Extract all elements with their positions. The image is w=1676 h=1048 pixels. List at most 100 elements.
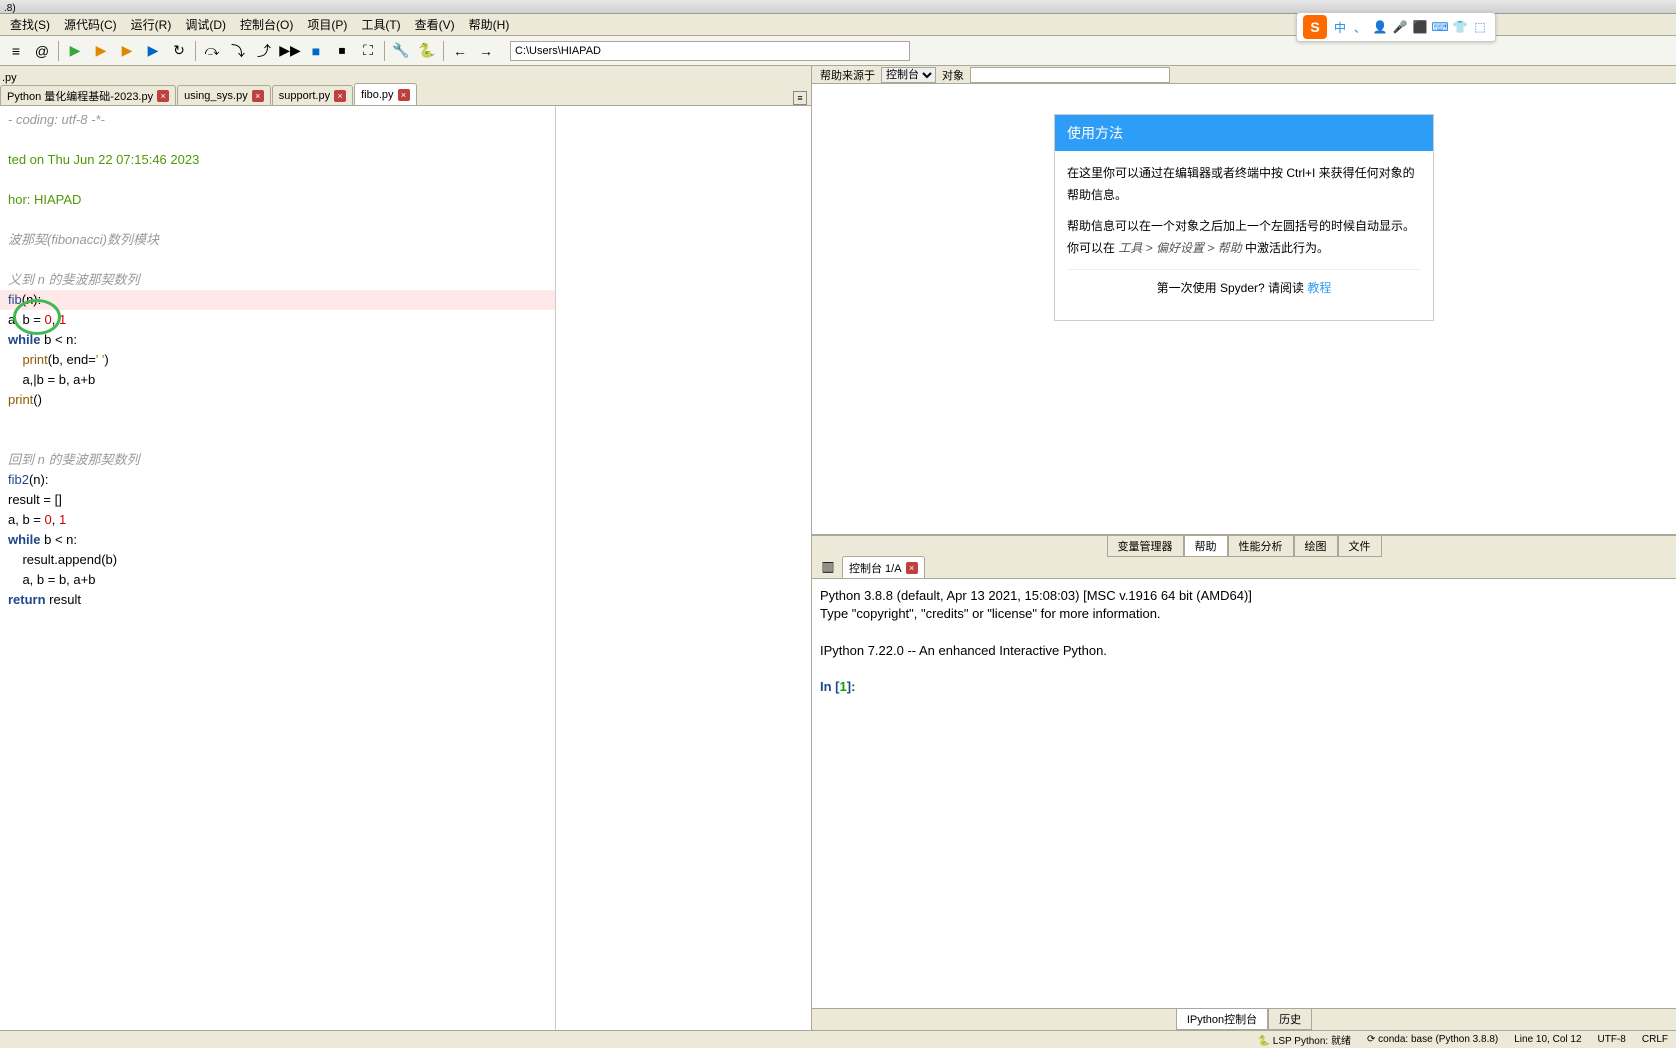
code-line: a,|b = b, a+b — [0, 370, 555, 390]
right-panel: 帮助来源于 控制台 对象 使用方法 在这里你可以通过在编辑器或者终端中按 Ctr… — [812, 66, 1676, 1030]
editor-tab[interactable]: Python 量化编程基础-2023.py× — [0, 85, 176, 105]
step-into-icon[interactable]: ⤵ — [226, 39, 250, 63]
python-icon[interactable]: 🐍 — [415, 39, 439, 63]
exit-debug-icon[interactable]: ⏹ — [330, 39, 354, 63]
ime-icon[interactable]: 、 — [1351, 18, 1369, 36]
code-line: while b < n: — [0, 330, 555, 350]
code-line: result = [] — [0, 490, 555, 510]
console-subtab[interactable]: 历史 — [1268, 1008, 1312, 1030]
ime-icon[interactable]: 👕 — [1451, 18, 1469, 36]
help-object-input[interactable] — [970, 67, 1170, 83]
panel-tab[interactable]: 性能分析 — [1228, 535, 1294, 557]
menu-item[interactable]: 帮助(H) — [463, 14, 516, 35]
ime-icon[interactable]: 👤 — [1371, 18, 1389, 36]
code-line — [0, 130, 555, 150]
statusbar: 🐍 LSP Python: 就绪 ⟳ conda: base (Python 3… — [0, 1030, 1676, 1048]
code-line — [0, 210, 555, 230]
code-line: a, b = 0, 1 — [0, 510, 555, 530]
wrench-icon[interactable]: 🔧 — [389, 39, 413, 63]
help-card-title: 使用方法 — [1055, 115, 1433, 151]
ime-toolbar[interactable]: S 中、👤🎤⬛⌨👕⬚ — [1296, 12, 1496, 42]
right-upper-tabs: 变量管理器帮助性能分析绘图文件 — [812, 535, 1676, 557]
list-icon[interactable]: ≡ — [4, 39, 28, 63]
ime-icon[interactable]: 中 — [1331, 18, 1349, 36]
maximize-icon[interactable]: ⛶ — [356, 39, 380, 63]
panel-tab[interactable]: 绘图 — [1294, 535, 1338, 557]
run-cell-next-icon[interactable]: ▶ — [115, 39, 139, 63]
menu-item[interactable]: 控制台(O) — [234, 14, 299, 35]
back-icon[interactable]: ← — [448, 39, 472, 63]
code-line: fib(n): — [0, 290, 555, 310]
menu-item[interactable]: 源代码(C) — [58, 14, 123, 35]
step-out-icon[interactable]: ⤴ — [252, 39, 276, 63]
editor-tab[interactable]: using_sys.py× — [177, 85, 271, 105]
code-line: a, b = 0, 1 — [0, 310, 555, 330]
working-dir-input[interactable] — [510, 41, 910, 61]
close-icon[interactable]: × — [906, 562, 918, 574]
stop-icon[interactable]: ■ — [304, 39, 328, 63]
file-type-tab: .py — [2, 72, 17, 84]
editor-tab-bar: Python 量化编程基础-2023.py×using_sys.py×suppo… — [0, 84, 811, 106]
help-source-select[interactable]: 控制台 — [881, 67, 936, 83]
help-text-2: 帮助信息可以在一个对象之后加上一个左圆括号的时候自动显示。你可以在 工具 > 偏… — [1067, 216, 1421, 259]
continue-icon[interactable]: ▶▶ — [278, 39, 302, 63]
ime-icon[interactable]: 🎤 — [1391, 18, 1409, 36]
ipython-console[interactable]: Python 3.8.8 (default, Apr 13 2021, 15:0… — [812, 579, 1676, 1008]
menu-item[interactable]: 项目(P) — [301, 14, 353, 35]
help-header: 帮助来源于 控制台 对象 — [812, 66, 1676, 84]
close-icon[interactable]: × — [398, 89, 410, 101]
code-line: fib2(n): — [0, 470, 555, 490]
ime-icon[interactable]: ⬛ — [1411, 18, 1429, 36]
close-icon[interactable]: × — [252, 90, 264, 102]
code-line: 义到 n 的斐波那契数列 — [0, 270, 555, 290]
tab-list-icon[interactable]: ≡ — [793, 91, 807, 105]
panel-tab[interactable]: 变量管理器 — [1107, 535, 1184, 557]
code-line — [0, 250, 555, 270]
menu-item[interactable]: 查看(V) — [409, 14, 461, 35]
help-tutorial: 第一次使用 Spyder? 请阅读 教程 — [1067, 269, 1421, 308]
close-icon[interactable]: × — [157, 90, 169, 102]
console-menu-icon[interactable]: ▥ — [816, 554, 840, 578]
close-icon[interactable]: × — [334, 90, 346, 102]
code-line: 波那契(fibonacci)数列模块 — [0, 230, 555, 250]
code-line — [0, 410, 555, 430]
code-line: print(b, end=' ') — [0, 350, 555, 370]
console-tab-bar: ▥ 控制台 1/A × — [812, 557, 1676, 579]
panel-tab[interactable]: 文件 — [1338, 535, 1382, 557]
help-body: 使用方法 在这里你可以通过在编辑器或者终端中按 Ctrl+I 来获得任何对象的帮… — [812, 84, 1676, 535]
menu-item[interactable]: 运行(R) — [125, 14, 178, 35]
console-tab[interactable]: 控制台 1/A × — [842, 556, 925, 578]
ime-icon[interactable]: ⬚ — [1471, 18, 1489, 36]
ime-icon[interactable]: ⌨ — [1431, 18, 1449, 36]
menu-item[interactable]: 查找(S) — [4, 14, 56, 35]
code-line: print() — [0, 390, 555, 410]
debug-icon[interactable]: ▶ — [141, 39, 165, 63]
code-line: hor: HIAPAD — [0, 190, 555, 210]
editor-tab[interactable]: fibo.py× — [354, 83, 416, 105]
console-bottom-tabs: IPython控制台历史 — [812, 1008, 1676, 1030]
menu-item[interactable]: 工具(T) — [355, 14, 406, 35]
menu-item[interactable]: 调试(D) — [179, 14, 232, 35]
forward-icon[interactable]: → — [474, 39, 498, 63]
restart-icon[interactable]: ↻ — [167, 39, 191, 63]
panel-tab[interactable]: 帮助 — [1184, 535, 1228, 557]
play-icon[interactable]: ▶ — [63, 39, 87, 63]
code-line: return result — [0, 590, 555, 610]
help-text-1: 在这里你可以通过在编辑器或者终端中按 Ctrl+I 来获得任何对象的帮助信息。 — [1067, 163, 1421, 206]
console-subtab[interactable]: IPython控制台 — [1176, 1008, 1268, 1030]
run-cell-icon[interactable]: ▶ — [89, 39, 113, 63]
editor-tab[interactable]: support.py× — [272, 85, 353, 105]
status-lsp: 🐍 LSP Python: 就绪 — [1258, 1032, 1351, 1047]
at-icon[interactable]: @ — [30, 39, 54, 63]
sogou-logo-icon[interactable]: S — [1303, 15, 1327, 39]
tutorial-link[interactable]: 教程 — [1307, 281, 1331, 295]
code-line: ted on Thu Jun 22 07:15:46 2023 — [0, 150, 555, 170]
status-eol: CRLF — [1642, 1034, 1668, 1045]
code-editor[interactable]: - coding: utf-8 -*- ted on Thu Jun 22 07… — [0, 106, 555, 1030]
code-line: a, b = b, a+b — [0, 570, 555, 590]
code-line: 回到 n 的斐波那契数列 — [0, 450, 555, 470]
step-over-icon[interactable]: ⤼ — [200, 39, 224, 63]
status-encoding: UTF-8 — [1598, 1034, 1626, 1045]
status-position: Line 10, Col 12 — [1514, 1034, 1581, 1045]
code-line: while b < n: — [0, 530, 555, 550]
